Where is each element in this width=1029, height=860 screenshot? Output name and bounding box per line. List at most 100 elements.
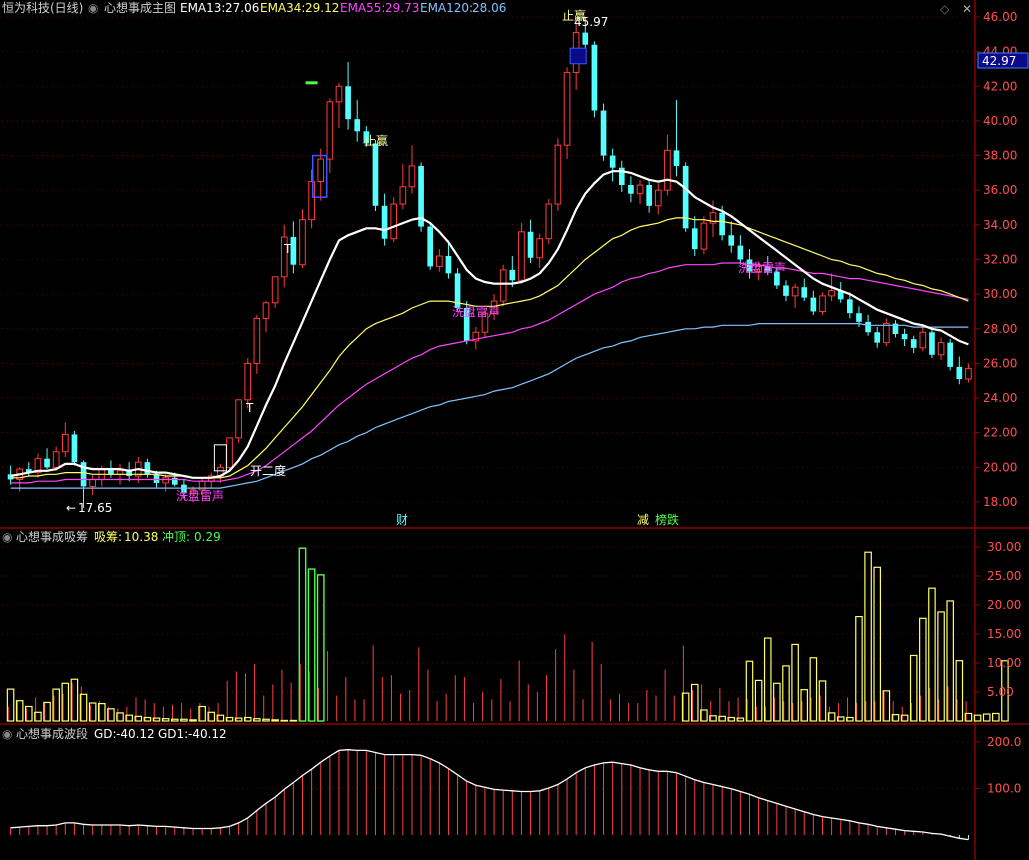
candle-body-down (956, 366, 963, 380)
candle-body-up (664, 149, 671, 191)
price-tick-label: 20.00 (983, 460, 1017, 474)
candle-body-down (947, 342, 954, 367)
panel2-c-value: 0.29 (194, 530, 221, 544)
ema34-label: EMA34: (260, 1, 305, 15)
panel3-gd1-label: GD1: (158, 727, 188, 741)
candle-body-up (883, 323, 890, 344)
candle-body-down (719, 212, 725, 236)
signal-box-top (569, 47, 587, 65)
wave-tick-label: 200.0 (987, 735, 1021, 749)
wave-tick-label: 100.0 (987, 782, 1021, 796)
t-label-1: T (283, 242, 292, 256)
candle-body-up (335, 85, 343, 103)
candle-body-up (545, 203, 553, 240)
candle-body-down (600, 110, 607, 156)
candle-body-up (326, 101, 334, 160)
cai-label: 财 (396, 513, 408, 527)
candle-body-up (235, 399, 242, 439)
ema55-value: 29.73 (385, 1, 419, 15)
panel3-circle-icon[interactable]: ◉ (2, 727, 12, 741)
candle-body-down (153, 474, 160, 483)
stock-chart: 18.00 20.00 22.00 24.00 26.00 28.00 30.00 32.00… (0, 0, 1029, 860)
wash-label-1: 洗盘雷声 (176, 488, 224, 503)
candle-body-down (354, 119, 361, 132)
collapse-icon[interactable]: ◇ (940, 2, 950, 16)
candle-body-up (408, 165, 416, 188)
candle-body-down (929, 332, 935, 355)
candle-body-up (636, 184, 644, 195)
candle-body-down (865, 321, 871, 333)
candle-body-up (518, 231, 525, 281)
candle-body-up (828, 290, 835, 297)
price-tick-label: 46.00 (983, 10, 1017, 24)
t-label-2: T (245, 401, 254, 415)
ema120-value: 28.06 (472, 1, 506, 15)
acc-bar (271, 719, 279, 722)
candle-body-up (399, 186, 407, 205)
low-marker-arrow: ← (66, 501, 76, 515)
candle-body-down (874, 332, 881, 343)
candle-body-down (345, 86, 351, 120)
candle-body-down (910, 339, 917, 348)
stop-label: 止赢 (364, 133, 388, 148)
panel3-title: 心想事成波段 (16, 726, 88, 741)
panel2-c-label: 冲顶: (162, 529, 190, 544)
candle-body-down (691, 228, 698, 250)
acc-tick-label: 5.00 (987, 685, 1014, 699)
price-tick-label: 38.00 (983, 149, 1017, 163)
price-tick-label: 24.00 (983, 391, 1017, 405)
candle-body-down (582, 32, 589, 45)
panel2-circle-icon[interactable]: ◉ (2, 530, 12, 544)
panel2-title: 心想事成吸筹 (16, 529, 88, 544)
candle-body-down (646, 185, 652, 206)
candle-body-up (262, 302, 270, 319)
candle-body-up (937, 342, 945, 356)
acc-tick-label: 30.00 (987, 540, 1021, 554)
candle-body-up (299, 219, 306, 266)
price-tick-label: 40.00 (983, 114, 1017, 128)
price-tick-label: 22.00 (983, 426, 1017, 440)
jian-label: 减 (637, 513, 649, 527)
candle-body-up (89, 478, 96, 487)
price-tick-label: 26.00 (983, 356, 1017, 370)
candle-body-down (728, 235, 735, 246)
candle-body-down (290, 236, 297, 265)
candle-body-down (427, 226, 434, 267)
price-tick-label: 32.00 (983, 253, 1017, 267)
acc-bar (289, 719, 298, 722)
ema120-label: EMA120: (420, 1, 473, 15)
candle-body-down (783, 285, 789, 296)
price-tick-label: 42.00 (983, 79, 1017, 93)
candle-body-down (509, 269, 516, 281)
candle-body-down (527, 231, 534, 258)
candle-body-up (61, 433, 69, 453)
candle-body-down (71, 434, 78, 463)
current-price-label: 42.97 (982, 54, 1016, 68)
candle-body-down (591, 44, 598, 111)
ema13-value: 27.06 (225, 1, 259, 15)
ema13-label: EMA13: (180, 1, 225, 15)
candle-body-down (372, 143, 379, 206)
price-tick-label: 34.00 (983, 218, 1017, 232)
acc-tick-label: 10.00 (987, 656, 1021, 670)
indicator-name: 心想事成主图 (104, 0, 176, 15)
open2-label: 开二度 (250, 463, 286, 478)
candle-body-up (563, 71, 571, 146)
panel1-circle-icon[interactable]: ◉ (88, 1, 98, 15)
candle-body-down (673, 150, 680, 166)
candle-body-up (654, 189, 662, 207)
candle-body-down (628, 185, 634, 194)
candle-body-down (856, 313, 862, 322)
low-marker-label: 17.65 (78, 501, 112, 515)
bang-label: 榜跌 (655, 512, 679, 527)
acc-bar (189, 719, 197, 722)
candle-body-down (445, 256, 452, 274)
panel3-gd-value: -40.12 (116, 727, 155, 741)
price-tick-label: 18.00 (983, 495, 1017, 509)
candle-body-down (801, 287, 808, 298)
panel3-gd1-value: -40.12 (188, 727, 227, 741)
candle-body-up (52, 451, 60, 468)
wash-label-3: 洗盘雷声 (738, 260, 786, 275)
close-icon[interactable]: ✕ (962, 2, 972, 16)
candle-body-up (435, 255, 443, 267)
